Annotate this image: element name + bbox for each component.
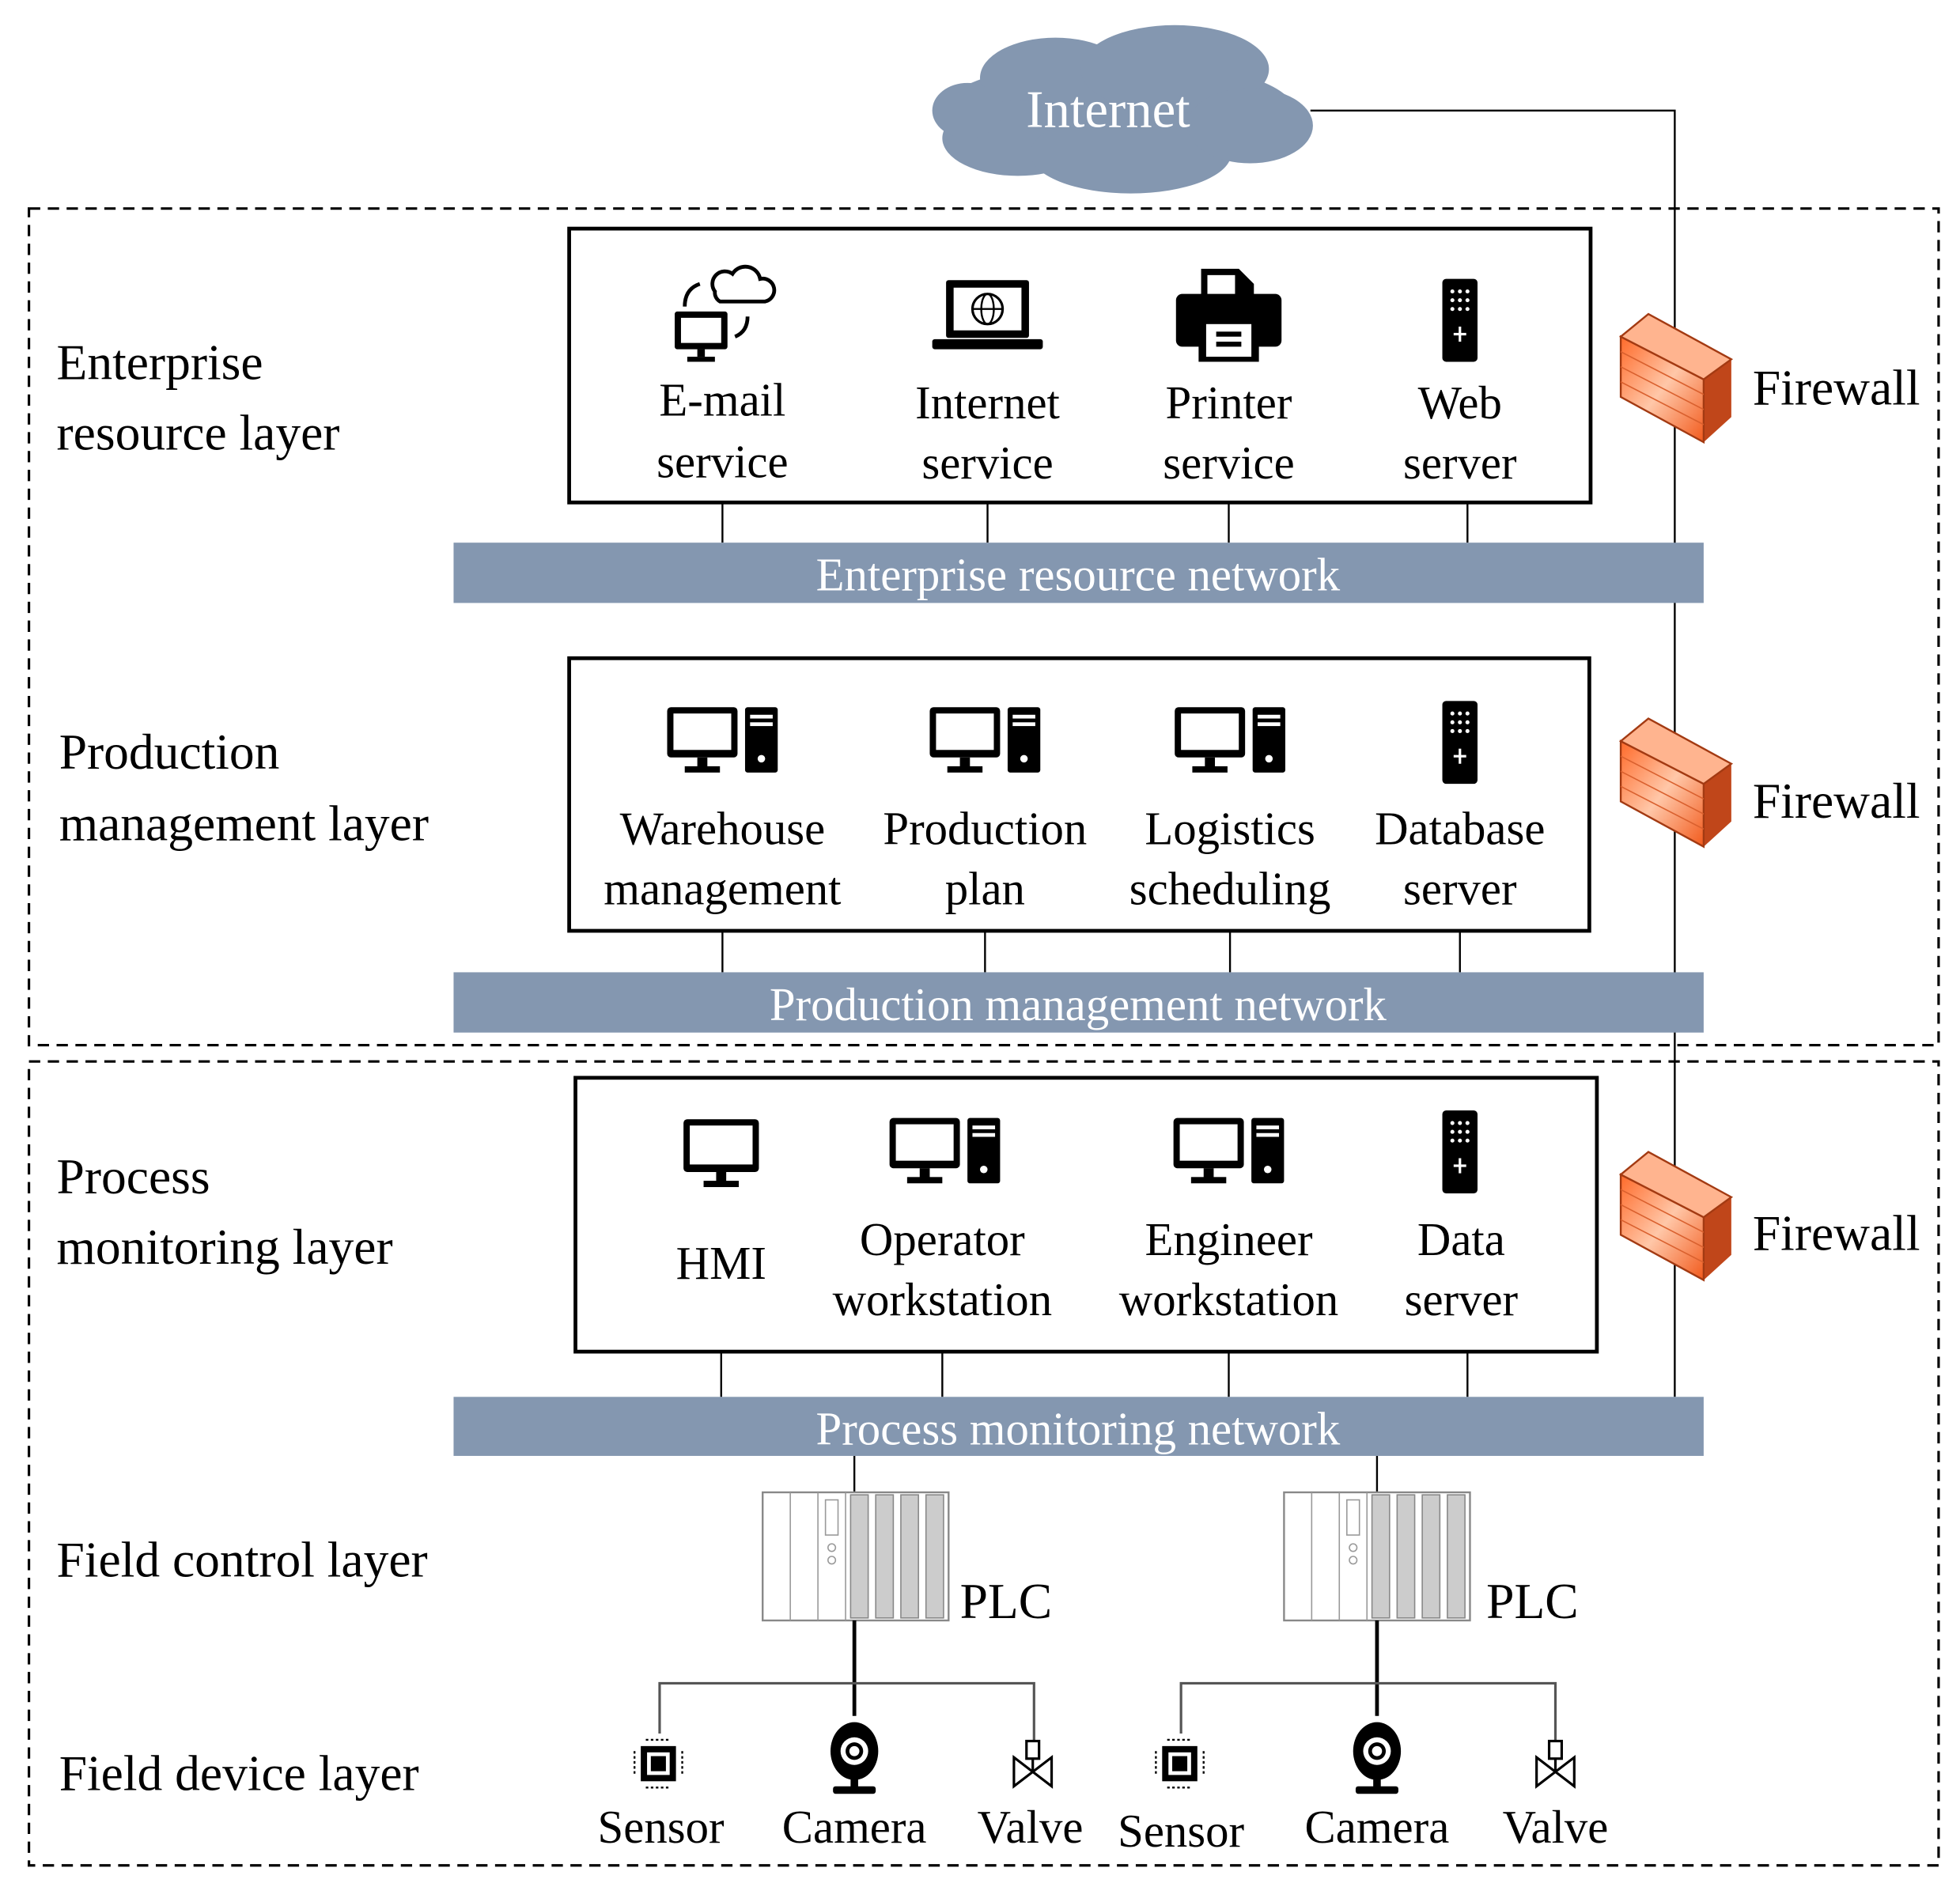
camera-icon xyxy=(830,1722,879,1794)
network-label: Process monitoring network xyxy=(816,1404,1341,1455)
layer-label-production: management layer xyxy=(59,796,429,852)
firewall-label: Firewall xyxy=(1753,773,1920,829)
server-icon xyxy=(1442,1110,1478,1193)
item-label: service xyxy=(921,437,1053,489)
sensor-icon xyxy=(1155,1738,1205,1789)
plc-1: PLC xyxy=(762,1491,1053,1629)
device-label: Camera xyxy=(1305,1802,1450,1853)
server-icon xyxy=(1442,278,1478,362)
item-label: scheduling xyxy=(1129,864,1331,915)
valve-icon xyxy=(1012,1739,1054,1788)
item-label: Web xyxy=(1418,377,1502,429)
firewall: Firewall xyxy=(1619,312,1920,444)
item-label: HMI xyxy=(676,1238,766,1289)
firewall-label: Firewall xyxy=(1753,359,1920,415)
plc-label: PLC xyxy=(1486,1573,1579,1629)
field-bus-lines xyxy=(658,1620,1557,1744)
layer-label-enterprise: Enterprise xyxy=(57,335,263,391)
camera-icon xyxy=(1353,1722,1402,1794)
field-device-valve: Valve xyxy=(978,1739,1084,1853)
item-label: Production xyxy=(883,803,1087,854)
valve-icon xyxy=(1535,1739,1576,1788)
field-device-sensor: Sensor xyxy=(598,1738,725,1853)
item-label: Printer xyxy=(1166,377,1292,429)
device-label: Sensor xyxy=(1118,1805,1244,1857)
layer-label-field-control: Field control layer xyxy=(57,1531,428,1587)
plc-label: PLC xyxy=(960,1573,1053,1629)
printer-service: Printer service xyxy=(1163,268,1295,489)
network-label: Production management network xyxy=(770,979,1387,1030)
firewall-icon xyxy=(1619,1151,1733,1281)
field-device-camera: Camera xyxy=(782,1722,927,1853)
item-label: management xyxy=(604,864,841,915)
server-icon xyxy=(1442,701,1478,785)
device-label: Sensor xyxy=(598,1802,725,1853)
network-label: Enterprise resource network xyxy=(816,550,1341,601)
firewall-icon xyxy=(1619,717,1733,848)
item-label: service xyxy=(1163,437,1294,489)
ics-network-architecture-diagram: Internet Enterprise resource layer Produ… xyxy=(27,25,1940,1867)
plc-icon xyxy=(1283,1491,1471,1622)
internet-cloud: Internet xyxy=(932,25,1313,194)
layer-label-process: Process xyxy=(57,1148,210,1204)
item-label: server xyxy=(1403,437,1517,489)
internet-label: Internet xyxy=(1026,81,1190,138)
layer-label-process: monitoring layer xyxy=(57,1219,393,1275)
layer-label-field-device: Field device layer xyxy=(59,1745,419,1801)
item-label: Engineer xyxy=(1145,1214,1313,1265)
item-label: E-mail xyxy=(659,375,785,426)
layer-label-enterprise: resource layer xyxy=(57,405,340,461)
field-device-camera: Camera xyxy=(1305,1722,1450,1853)
field-device-sensor: Sensor xyxy=(1118,1738,1245,1857)
sensor-icon xyxy=(634,1738,683,1789)
plc-icon xyxy=(762,1491,950,1622)
device-label: Valve xyxy=(1503,1802,1609,1853)
item-label: Database xyxy=(1375,803,1545,854)
process-monitoring-network: Process monitoring network xyxy=(453,1397,1704,1456)
item-label: plan xyxy=(945,864,1025,915)
item-label: server xyxy=(1405,1274,1519,1325)
production-management-network: Production management network xyxy=(453,972,1704,1033)
item-label: workstation xyxy=(833,1274,1052,1325)
layer-label-production: Production xyxy=(59,724,280,780)
firewall-icon xyxy=(1619,312,1733,444)
item-label: Warehouse xyxy=(620,803,826,854)
item-label: Logistics xyxy=(1145,803,1315,854)
firewall: Firewall xyxy=(1619,1151,1920,1281)
item-label: workstation xyxy=(1119,1274,1338,1325)
item-label: server xyxy=(1403,864,1517,915)
firewall-label: Firewall xyxy=(1753,1204,1920,1261)
firewall: Firewall xyxy=(1619,717,1920,848)
item-label: Internet xyxy=(915,377,1060,429)
plc-2: PLC xyxy=(1283,1491,1579,1629)
enterprise-resource-network: Enterprise resource network xyxy=(453,543,1704,603)
item-label: Operator xyxy=(860,1214,1025,1265)
field-device-valve: Valve xyxy=(1503,1739,1609,1853)
item-label: service xyxy=(656,437,788,488)
device-label: Camera xyxy=(782,1802,927,1853)
device-label: Valve xyxy=(978,1802,1084,1853)
item-label: Data xyxy=(1417,1214,1505,1265)
